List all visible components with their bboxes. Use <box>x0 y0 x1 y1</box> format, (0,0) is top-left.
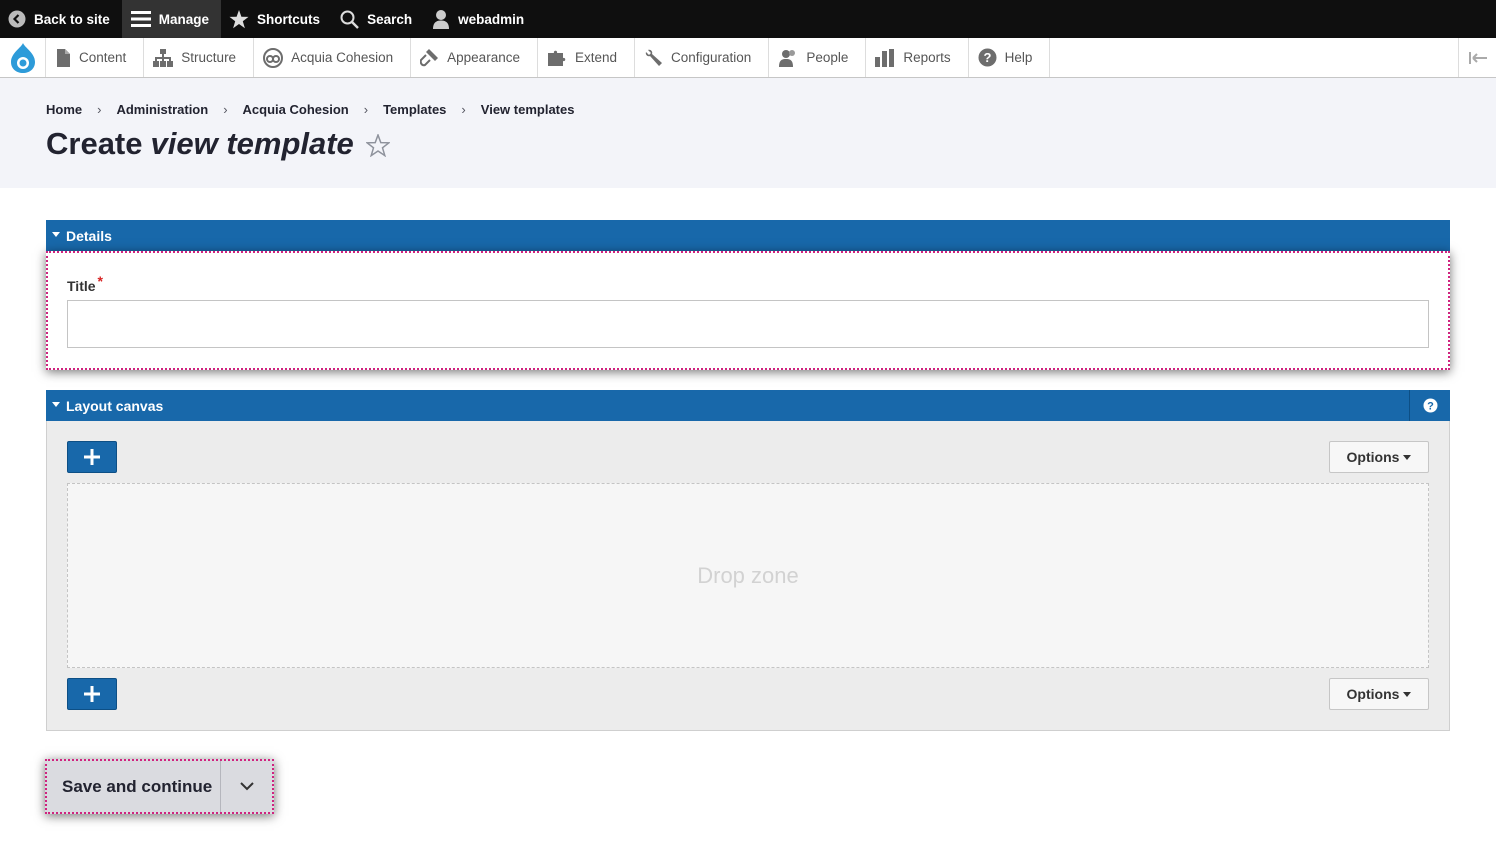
admin-tray: Content Structure Acquia Cohesion Appear… <box>0 38 1496 78</box>
bar-chart-icon <box>875 48 895 67</box>
tray-item-content[interactable]: Content <box>46 38 145 77</box>
breadcrumb: Home › Administration › Acquia Cohesion … <box>46 102 574 117</box>
drupal-logo[interactable] <box>0 38 46 77</box>
tray-spacer <box>1050 38 1458 77</box>
page-title-text: Create <box>46 126 143 161</box>
manage-label: Manage <box>158 11 210 27</box>
title-input[interactable] <box>67 300 1429 348</box>
layout-canvas-heading: Layout canvas <box>66 397 164 414</box>
back-to-site-label: Back to site <box>34 11 110 27</box>
collapse-arrow-icon <box>1468 51 1487 64</box>
shortcuts-tab[interactable]: Shortcuts <box>221 0 332 38</box>
drop-zone-label: Drop zone <box>697 562 799 588</box>
options-label: Options <box>1346 686 1400 702</box>
caret-down-icon <box>1403 454 1412 460</box>
breadcrumb-link-home[interactable]: Home <box>46 102 82 117</box>
details-heading: Details <box>66 227 112 244</box>
breadcrumb-separator: › <box>461 102 466 117</box>
tray-item-label: Configuration <box>671 50 752 65</box>
page-title-emphasis: view template <box>150 126 354 161</box>
details-summary[interactable]: Details <box>46 220 1450 251</box>
drupal-drop-icon <box>10 42 35 73</box>
breadcrumb-separator: › <box>223 102 228 117</box>
back-to-site-link[interactable]: Back to site <box>0 0 122 38</box>
back-arrow-icon <box>8 10 26 28</box>
layout-canvas-summary[interactable]: Layout canvas ? <box>46 390 1450 421</box>
search-tab[interactable]: Search <box>332 0 424 38</box>
tray-item-label: Content <box>79 50 127 65</box>
tray-item-extend[interactable]: Extend <box>538 38 635 77</box>
required-marker: * <box>97 273 103 289</box>
plus-icon <box>84 686 100 702</box>
breadcrumb-link-templates[interactable]: Templates <box>383 102 446 117</box>
breadcrumb-link-view-templates[interactable]: View templates <box>481 102 575 117</box>
people-icon <box>779 49 796 67</box>
help-icon: ? <box>1423 398 1437 413</box>
breadcrumb-link-administration[interactable]: Administration <box>116 102 208 117</box>
breadcrumb-separator: › <box>97 102 102 117</box>
tray-item-label: Acquia Cohesion <box>291 50 394 65</box>
paintbrush-icon <box>420 49 439 67</box>
title-label: Title * <box>67 273 103 294</box>
drop-zone[interactable]: Drop zone <box>67 483 1429 668</box>
plus-icon <box>84 449 100 465</box>
user-icon <box>433 10 450 29</box>
tray-item-structure[interactable]: Structure <box>144 38 255 77</box>
wrench-icon <box>645 49 662 66</box>
tray-item-appearance[interactable]: Appearance <box>411 38 538 77</box>
add-element-button-top[interactable] <box>67 441 117 473</box>
hamburger-icon <box>130 11 151 27</box>
shortcuts-label: Shortcuts <box>257 11 321 27</box>
options-button-top[interactable]: Options <box>1329 441 1429 473</box>
star-icon <box>229 9 249 28</box>
tray-item-label: Extend <box>574 50 617 65</box>
options-label: Options <box>1346 449 1400 465</box>
puzzle-icon <box>547 50 566 66</box>
caret-down-icon <box>52 402 60 407</box>
collapse-tray-button[interactable] <box>1458 38 1496 77</box>
sitemap-icon <box>153 48 174 67</box>
shortcut-star-icon[interactable] <box>365 133 390 157</box>
options-button-bottom[interactable]: Options <box>1329 678 1429 710</box>
tray-item-help[interactable]: ? Help <box>969 38 1051 77</box>
tray-item-people[interactable]: People <box>769 38 867 77</box>
caret-down-icon <box>1403 691 1412 697</box>
search-label: Search <box>367 11 413 27</box>
page-header: Home › Administration › Acquia Cohesion … <box>0 78 1496 188</box>
help-icon: ? <box>978 48 997 67</box>
breadcrumb-separator: › <box>363 102 369 117</box>
layout-canvas-body: Options Drop zone Options <box>46 421 1450 731</box>
tray-item-acquia-cohesion[interactable]: Acquia Cohesion <box>254 38 412 77</box>
document-icon <box>57 48 70 67</box>
search-icon <box>340 10 359 29</box>
page-title: Create view template <box>46 126 390 162</box>
tray-item-label: Help <box>1004 50 1033 65</box>
tray-item-label: Appearance <box>447 50 520 65</box>
user-tab[interactable]: webadmin <box>424 0 536 38</box>
save-dropdown-toggle[interactable] <box>220 761 272 812</box>
save-and-continue-button[interactable]: Save and continue <box>47 761 220 812</box>
tray-item-label: Structure <box>181 50 237 65</box>
add-element-button-bottom[interactable] <box>67 678 117 710</box>
user-label: webadmin <box>458 11 525 27</box>
svg-text:?: ? <box>983 50 991 65</box>
breadcrumb-link-acquia-cohesion[interactable]: Acquia Cohesion <box>243 102 349 117</box>
chevron-down-icon <box>239 782 254 791</box>
svg-text:?: ? <box>1427 401 1434 413</box>
cohesion-icon <box>263 47 284 68</box>
title-label-text: Title <box>67 278 96 294</box>
tray-item-label: People <box>806 50 849 65</box>
manage-tab[interactable]: Manage <box>121 0 222 38</box>
tray-item-label: Reports <box>903 50 951 65</box>
details-body: Title * <box>46 251 1450 370</box>
tray-item-configuration[interactable]: Configuration <box>635 38 770 77</box>
tray-item-reports[interactable]: Reports <box>866 38 969 77</box>
admin-toolbar: Back to site Manage Shortcuts Search web… <box>0 0 1496 38</box>
caret-down-icon <box>52 232 60 237</box>
save-button-group: Save and continue <box>45 759 274 814</box>
layout-canvas-help-button[interactable]: ? <box>1409 390 1450 421</box>
